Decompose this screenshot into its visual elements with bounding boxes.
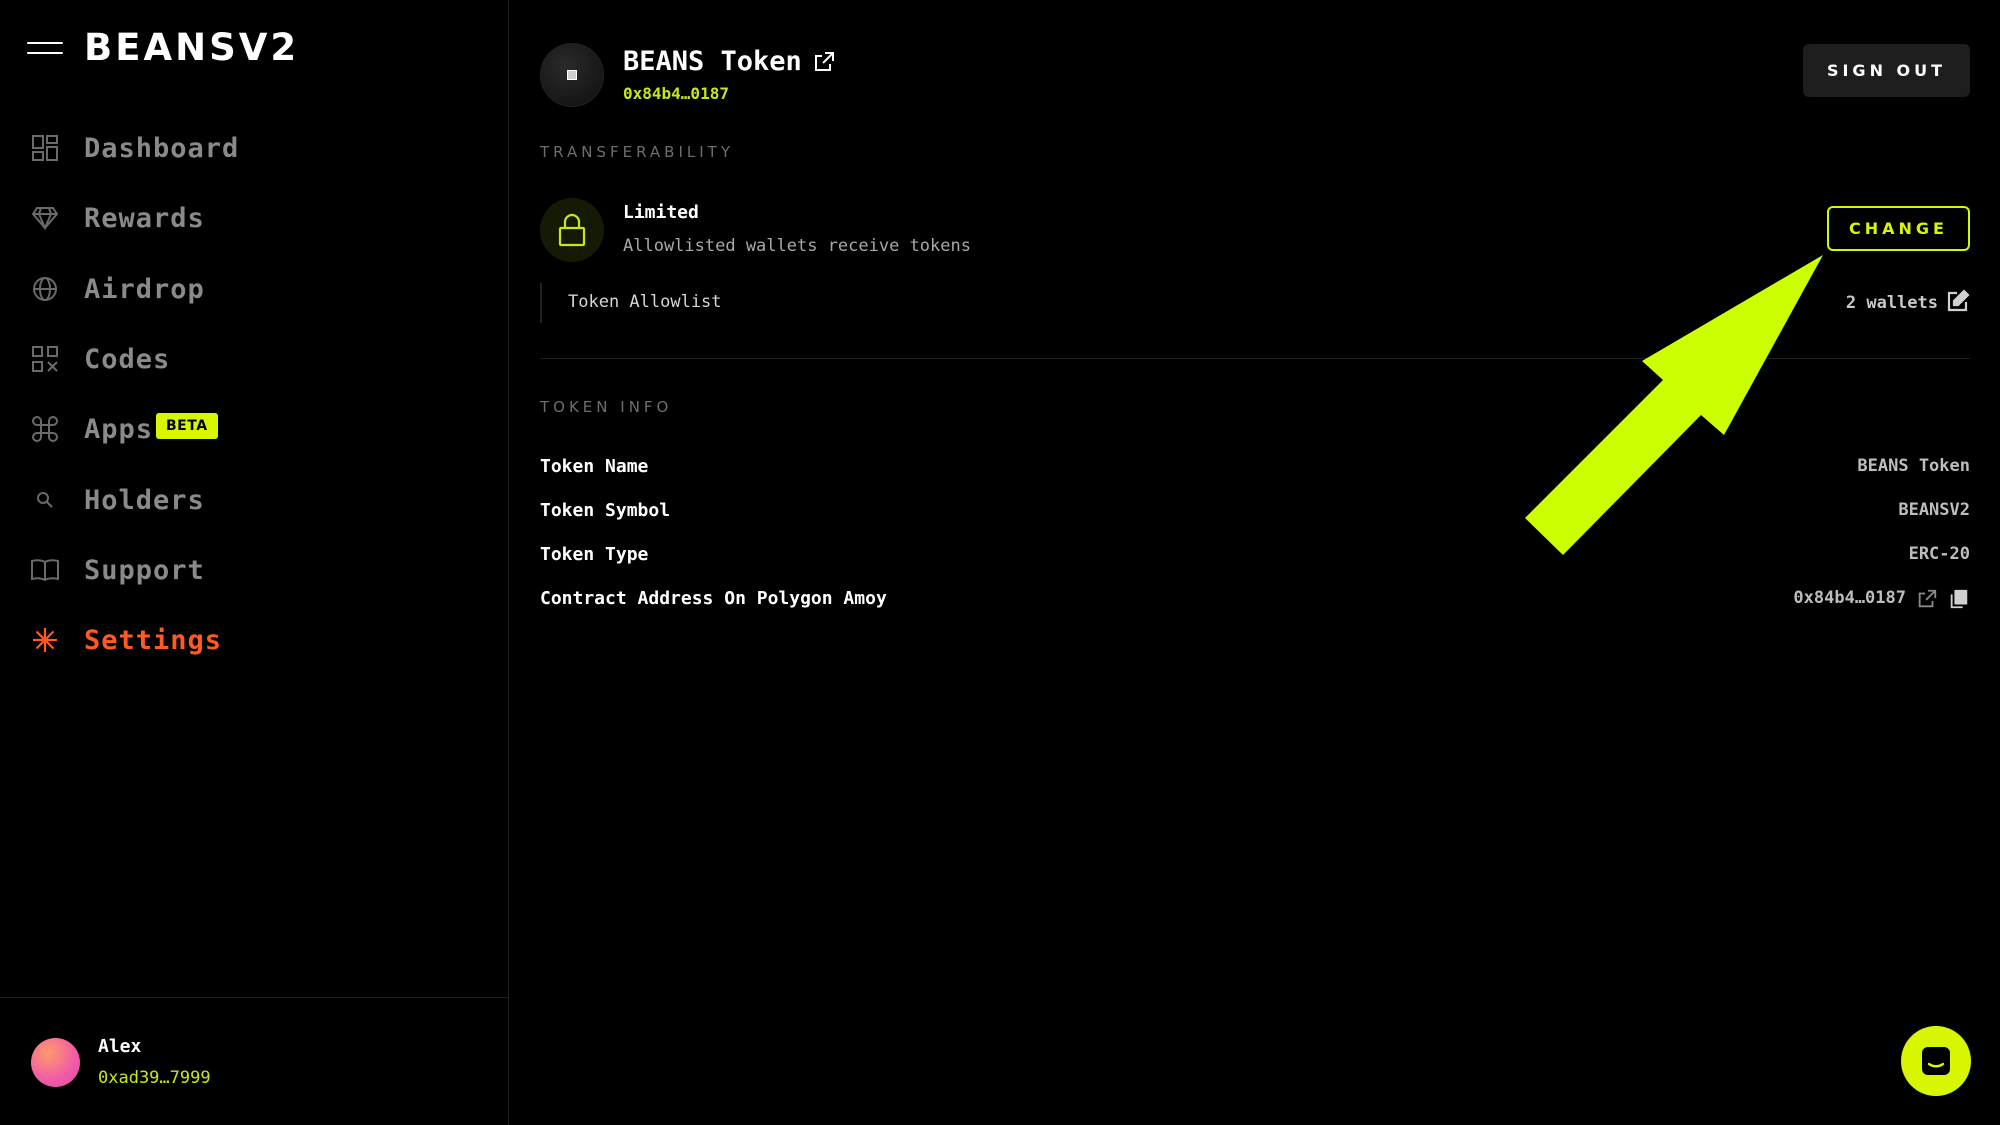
info-key: Token Name bbox=[540, 456, 649, 477]
dashboard-icon bbox=[30, 133, 60, 163]
chat-icon bbox=[1922, 1047, 1950, 1075]
token-name: BEANS Token bbox=[623, 46, 802, 77]
section-divider bbox=[540, 358, 1970, 359]
contract-address[interactable]: 0x84b4…0187 bbox=[1793, 588, 1906, 608]
sidebar-item-rewards[interactable]: Rewards bbox=[0, 190, 509, 246]
asterisk-icon bbox=[30, 625, 60, 655]
transferability-label: TRANSFERABILITY bbox=[540, 143, 734, 161]
allowlist-count: 2 wallets bbox=[1845, 293, 1938, 313]
info-value: BEANS Token bbox=[1857, 456, 1970, 476]
transferability-mode: Limited bbox=[623, 202, 699, 223]
edit-icon[interactable] bbox=[1946, 289, 1970, 313]
qr-code-icon bbox=[30, 344, 60, 374]
command-icon bbox=[30, 414, 60, 444]
book-icon bbox=[30, 555, 60, 585]
sidebar-item-label: Settings bbox=[84, 624, 223, 656]
main-content: BEANS Token 0x84b4…0187 SIGN OUT TRANSFE… bbox=[540, 0, 1970, 1125]
sidebar: BEANSV2 Dashboard Rewards Airdrop Codes bbox=[0, 0, 509, 1125]
sidebar-item-label: Apps bbox=[84, 413, 154, 445]
token-allowlist-row: Token Allowlist 2 wallets bbox=[540, 283, 1970, 323]
search-icon bbox=[30, 485, 60, 515]
info-key: Contract Address On Polygon Amoy bbox=[540, 588, 887, 609]
info-key: Token Symbol bbox=[540, 500, 671, 521]
token-title: BEANS Token bbox=[623, 46, 836, 77]
sidebar-item-holders[interactable]: Holders bbox=[0, 472, 509, 528]
info-value: BEANSV2 bbox=[1898, 500, 1970, 520]
sidebar-item-airdrop[interactable]: Airdrop bbox=[0, 261, 509, 317]
change-button[interactable]: CHANGE bbox=[1827, 206, 1970, 251]
avatar bbox=[31, 1038, 80, 1087]
sidebar-item-label: Codes bbox=[84, 343, 171, 375]
info-value: ERC-20 bbox=[1908, 544, 1970, 564]
sidebar-item-support[interactable]: Support bbox=[0, 542, 509, 598]
chat-support-button[interactable] bbox=[1901, 1026, 1971, 1096]
sidebar-item-label: Rewards bbox=[84, 202, 205, 234]
user-profile[interactable]: Alex 0xad39…7999 bbox=[0, 997, 509, 1125]
copy-icon[interactable] bbox=[1948, 588, 1970, 610]
token-icon bbox=[540, 43, 604, 107]
globe-icon bbox=[30, 274, 60, 304]
info-row-token-type: Token Type ERC-20 bbox=[540, 544, 1970, 574]
sidebar-item-label: Support bbox=[84, 554, 205, 586]
sign-out-button[interactable]: SIGN OUT bbox=[1803, 44, 1970, 97]
external-link-icon[interactable] bbox=[1916, 588, 1938, 610]
transferability-description: Allowlisted wallets receive tokens bbox=[623, 236, 971, 256]
sidebar-item-settings[interactable]: Settings bbox=[0, 612, 509, 668]
diamond-icon bbox=[30, 203, 60, 233]
lock-icon bbox=[540, 198, 604, 262]
sidebar-item-dashboard[interactable]: Dashboard bbox=[0, 120, 509, 176]
sidebar-item-apps[interactable]: Apps BETA bbox=[0, 401, 509, 457]
external-link-icon[interactable] bbox=[812, 50, 836, 74]
token-address[interactable]: 0x84b4…0187 bbox=[623, 84, 729, 103]
menu-icon[interactable] bbox=[27, 40, 63, 58]
info-row-token-symbol: Token Symbol BEANSV2 bbox=[540, 500, 1970, 530]
info-row-token-name: Token Name BEANS Token bbox=[540, 456, 1970, 486]
sidebar-item-label: Holders bbox=[84, 484, 205, 516]
token-info-label: TOKEN INFO bbox=[540, 398, 673, 416]
beta-badge: BETA bbox=[156, 413, 218, 439]
user-address: 0xad39…7999 bbox=[98, 1068, 211, 1088]
info-key: Token Type bbox=[540, 544, 649, 565]
info-row-contract-address: Contract Address On Polygon Amoy 0x84b4…… bbox=[540, 588, 1970, 618]
sidebar-item-codes[interactable]: Codes bbox=[0, 331, 509, 387]
app-logo[interactable]: BEANSV2 bbox=[84, 26, 299, 69]
sidebar-item-label: Dashboard bbox=[84, 132, 240, 164]
allowlist-label: Token Allowlist bbox=[568, 292, 722, 312]
sidebar-item-label: Airdrop bbox=[84, 273, 205, 305]
user-name: Alex bbox=[98, 1036, 142, 1057]
